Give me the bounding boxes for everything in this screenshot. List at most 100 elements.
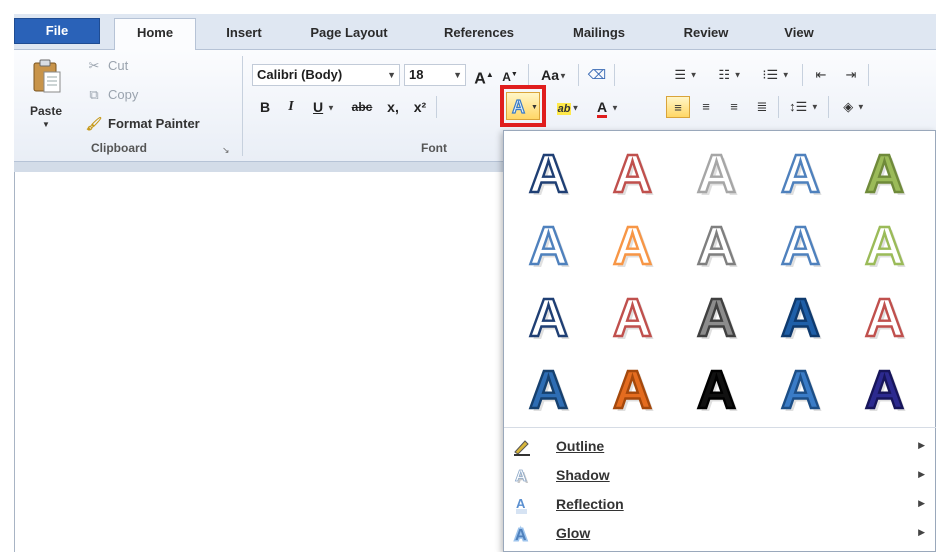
highlighter-icon: ab <box>556 103 572 115</box>
text-effect-style-15[interactable]: AA <box>844 281 924 351</box>
divider <box>868 64 869 86</box>
text-effect-style-17[interactable]: AA <box>592 353 672 423</box>
tab-review[interactable]: Review <box>666 22 746 46</box>
text-effect-glyph: A <box>613 144 652 204</box>
text-effect-style-12[interactable]: AA <box>592 281 672 351</box>
text-effect-style-11[interactable]: AA <box>508 281 588 351</box>
font-size-select[interactable]: 18 ▼ <box>404 64 466 86</box>
subscript-button[interactable]: x, <box>382 96 404 118</box>
change-case-glyph: Aa <box>541 67 559 83</box>
text-effect-style-16[interactable]: AA <box>508 353 588 423</box>
text-effect-glyph: A <box>529 288 568 348</box>
divider <box>528 64 529 86</box>
justify-button[interactable]: ≣ <box>750 96 774 118</box>
menu-item-outline[interactable]: Outline ▶ <box>504 433 936 461</box>
copy-label: Copy <box>108 87 139 102</box>
align-right-button[interactable]: ≡ <box>722 96 746 118</box>
chevron-down-icon: ▼ <box>810 102 819 112</box>
tab-references[interactable]: References <box>424 22 534 46</box>
tab-home[interactable]: Home <box>114 18 196 51</box>
divider <box>802 64 803 86</box>
tab-view[interactable]: View <box>769 22 829 46</box>
strikethrough-button[interactable]: abc <box>346 96 378 118</box>
copy-button[interactable]: ⧉ Copy <box>84 85 138 105</box>
text-effect-style-7[interactable]: AA <box>592 209 672 279</box>
text-effect-style-1[interactable]: AA <box>508 137 588 207</box>
menu-item-glow[interactable]: A A Glow ▶ <box>504 520 936 548</box>
underline-button[interactable]: U ▼ <box>304 96 344 118</box>
text-effect-style-6[interactable]: AA <box>508 209 588 279</box>
ribbon-tab-bar: File Home Insert Page Layout References … <box>14 14 936 51</box>
chevron-down-icon: ▼ <box>571 103 580 113</box>
text-effect-style-14[interactable]: AA <box>760 281 840 351</box>
decrease-indent-icon[interactable]: ⇤ <box>808 64 834 86</box>
change-case-button[interactable]: Aa▼ <box>534 64 574 86</box>
align-left-button[interactable]: ≡ <box>666 96 690 118</box>
divider <box>436 96 437 118</box>
align-center-button[interactable]: ≡ <box>694 96 718 118</box>
font-color-button[interactable]: A ▼ <box>588 96 628 118</box>
increase-indent-icon[interactable]: ⇥ <box>838 64 864 86</box>
paste-label: Paste <box>29 104 63 118</box>
text-effect-style-3[interactable]: AA <box>676 137 756 207</box>
copy-icon: ⧉ <box>89 87 99 102</box>
text-effect-style-19[interactable]: AA <box>760 353 840 423</box>
text-highlight-color-button[interactable]: ab▼ <box>550 96 586 118</box>
text-effect-glyph: A <box>529 360 568 420</box>
menu-divider <box>504 427 936 428</box>
text-effect-glyph: A <box>865 360 904 420</box>
italic-button[interactable]: I <box>280 96 302 118</box>
menu-item-reflection[interactable]: A Reflection ▶ <box>504 491 936 519</box>
tab-mailings[interactable]: Mailings <box>559 22 639 46</box>
format-painter-button[interactable]: 🖌 Format Painter <box>84 114 200 134</box>
font-size-value: 18 <box>409 67 424 82</box>
shading-button[interactable]: ◈ ▼ <box>834 96 874 118</box>
menu-item-shadow[interactable]: A A Shadow ▶ <box>504 462 936 490</box>
clear-formatting-icon[interactable]: ⌫ <box>584 64 610 86</box>
text-effect-glyph: A <box>865 144 904 204</box>
clipboard-dialog-launcher-icon[interactable]: ↘ <box>222 145 230 156</box>
superscript-button[interactable]: x² <box>408 96 432 118</box>
svg-text:A: A <box>515 468 527 485</box>
text-effect-style-2[interactable]: AA <box>592 137 672 207</box>
numbering-button[interactable]: ☷ ▼ <box>710 64 750 86</box>
multilevel-list-button[interactable]: ⁝☰ ▼ <box>754 64 798 86</box>
cut-label: Cut <box>108 58 129 73</box>
text-effect-style-13[interactable]: AA <box>676 281 756 351</box>
divider <box>578 64 579 86</box>
text-effect-style-9[interactable]: AA <box>760 209 840 279</box>
tab-file[interactable]: File <box>14 18 100 44</box>
text-effect-style-4[interactable]: AA <box>760 137 840 207</box>
text-effect-glyph: A <box>865 216 904 276</box>
shadow-a-icon: A A <box>515 468 529 486</box>
chevron-down-icon: ▼ <box>453 70 462 80</box>
paintbrush-icon: 🖌 <box>85 116 103 131</box>
text-effect-glyph: A <box>865 288 904 348</box>
shrink-font-button[interactable]: A▼ <box>498 64 522 86</box>
underline-glyph: U <box>313 99 324 115</box>
text-effect-style-20[interactable]: AA <box>844 353 924 423</box>
tab-page-layout[interactable]: Page Layout <box>294 22 404 46</box>
chevron-right-icon: ▶ <box>918 440 925 450</box>
text-effect-style-18[interactable]: AA <box>676 353 756 423</box>
paste-button[interactable]: Paste ▼ <box>20 54 72 134</box>
chevron-right-icon: ▶ <box>918 469 925 479</box>
text-effect-style-8[interactable]: AA <box>676 209 756 279</box>
text-effect-style-10[interactable]: AA <box>844 209 924 279</box>
tab-insert[interactable]: Insert <box>214 22 274 46</box>
clipboard-group-label: Clipboard <box>91 141 147 155</box>
text-effect-style-5[interactable]: AA <box>844 137 924 207</box>
chevron-down-icon: ▼ <box>689 70 698 80</box>
chevron-down-icon: ▼ <box>42 120 50 129</box>
grow-font-button[interactable]: A▲ <box>472 64 496 87</box>
chevron-down-icon: ▼ <box>387 70 396 80</box>
font-name-select[interactable]: Calibri (Body) ▼ <box>252 64 400 86</box>
document-canvas[interactable] <box>14 172 504 552</box>
text-effect-glyph: A <box>613 216 652 276</box>
cut-button[interactable]: ✂ Cut <box>84 56 129 76</box>
divider <box>614 64 615 86</box>
line-spacing-button[interactable]: ↕☰ ▼ <box>784 96 824 118</box>
divider <box>778 96 779 118</box>
bold-button[interactable]: B <box>254 96 276 118</box>
bullets-button[interactable]: ☰ ▼ <box>666 64 706 86</box>
